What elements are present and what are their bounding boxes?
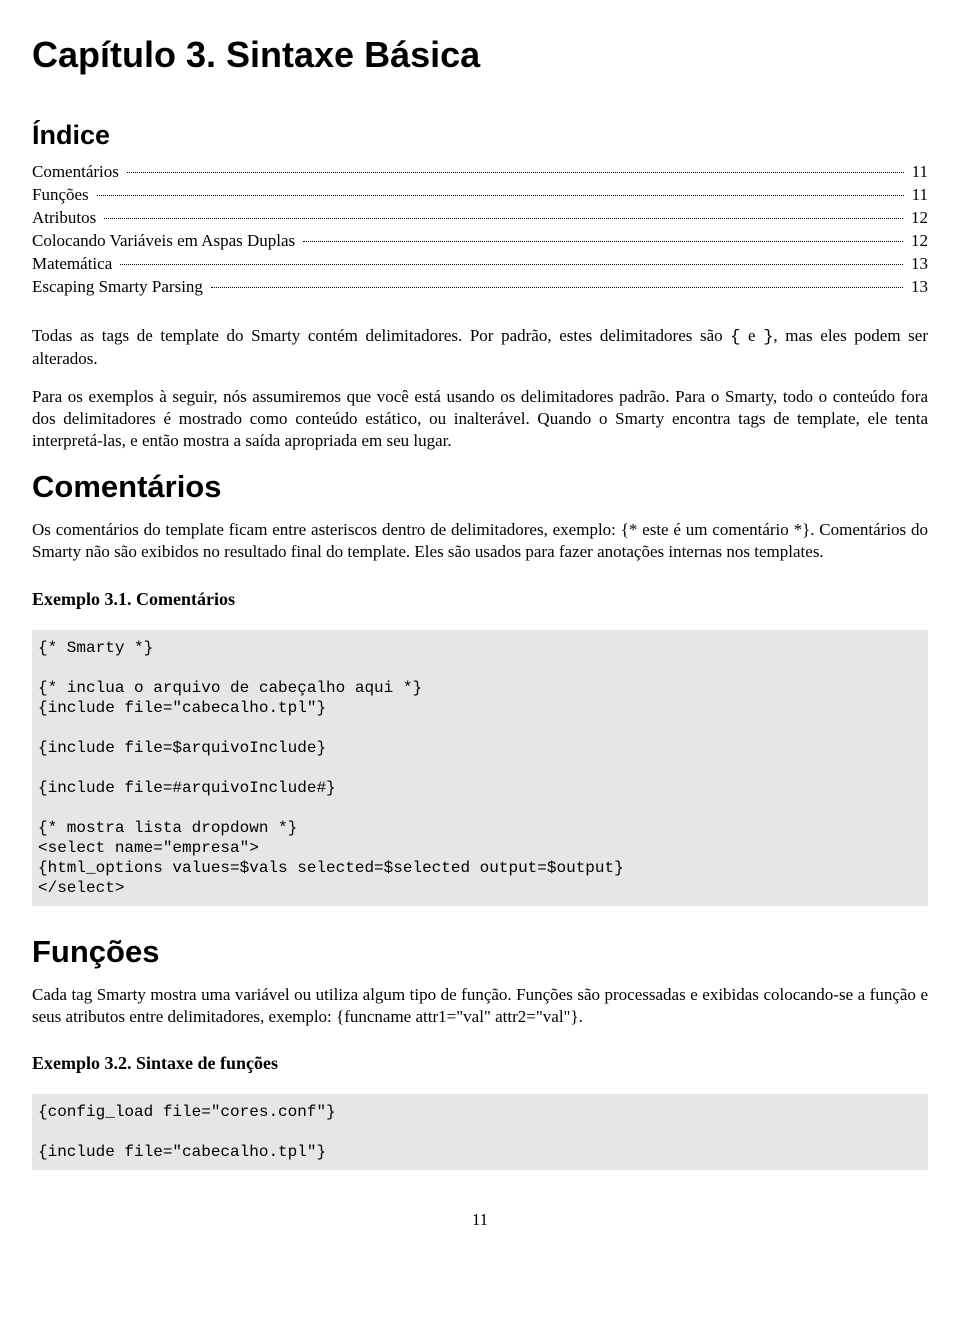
code-block-comentarios: {* Smarty *} {* inclua o arquivo de cabe…: [32, 630, 928, 906]
funcoes-body: Cada tag Smarty mostra uma variável ou u…: [32, 984, 928, 1028]
page-number: 11: [32, 1210, 928, 1230]
toc-label[interactable]: Atributos: [32, 207, 100, 230]
intro-paragraph-2: Para os exemplos à seguir, nós assumirem…: [32, 386, 928, 451]
toc-page: 11: [908, 184, 928, 207]
toc-row: Escaping Smarty Parsing 13: [32, 276, 928, 299]
toc-label[interactable]: Escaping Smarty Parsing: [32, 276, 207, 299]
table-of-contents: Comentários 11 Funções 11 Atributos 12 C…: [32, 161, 928, 299]
delimiter-close: }: [763, 328, 773, 347]
toc-leader: [120, 264, 903, 265]
toc-row: Comentários 11: [32, 161, 928, 184]
toc-label[interactable]: Funções: [32, 184, 93, 207]
toc-row: Colocando Variáveis em Aspas Duplas 12: [32, 230, 928, 253]
toc-page: 11: [908, 161, 928, 184]
toc-page: 13: [907, 253, 928, 276]
example-title-3-1: Exemplo 3.1. Comentários: [32, 589, 928, 610]
chapter-title: Capítulo 3. Sintaxe Básica: [32, 34, 928, 76]
toc-label[interactable]: Colocando Variáveis em Aspas Duplas: [32, 230, 299, 253]
toc-leader: [97, 195, 904, 196]
toc-row: Matemática 13: [32, 253, 928, 276]
toc-leader: [104, 218, 903, 219]
toc-label[interactable]: Matemática: [32, 253, 116, 276]
intro-text: Todas as tags de template do Smarty cont…: [32, 326, 730, 345]
toc-row: Atributos 12: [32, 207, 928, 230]
toc-page: 13: [907, 276, 928, 299]
intro-paragraph-1: Todas as tags de template do Smarty cont…: [32, 325, 928, 371]
toc-heading: Índice: [32, 120, 928, 151]
section-heading-comentarios: Comentários: [32, 469, 928, 505]
intro-text: e: [740, 326, 763, 345]
toc-leader: [303, 241, 903, 242]
toc-leader: [127, 172, 904, 173]
code-block-funcoes: {config_load file="cores.conf"} {include…: [32, 1094, 928, 1170]
toc-row: Funções 11: [32, 184, 928, 207]
toc-page: 12: [907, 207, 928, 230]
section-heading-funcoes: Funções: [32, 934, 928, 970]
delimiter-open: {: [730, 328, 740, 347]
toc-page: 12: [907, 230, 928, 253]
example-title-3-2: Exemplo 3.2. Sintaxe de funções: [32, 1053, 928, 1074]
toc-label[interactable]: Comentários: [32, 161, 123, 184]
toc-leader: [211, 287, 903, 288]
comentarios-body: Os comentários do template ficam entre a…: [32, 519, 928, 563]
